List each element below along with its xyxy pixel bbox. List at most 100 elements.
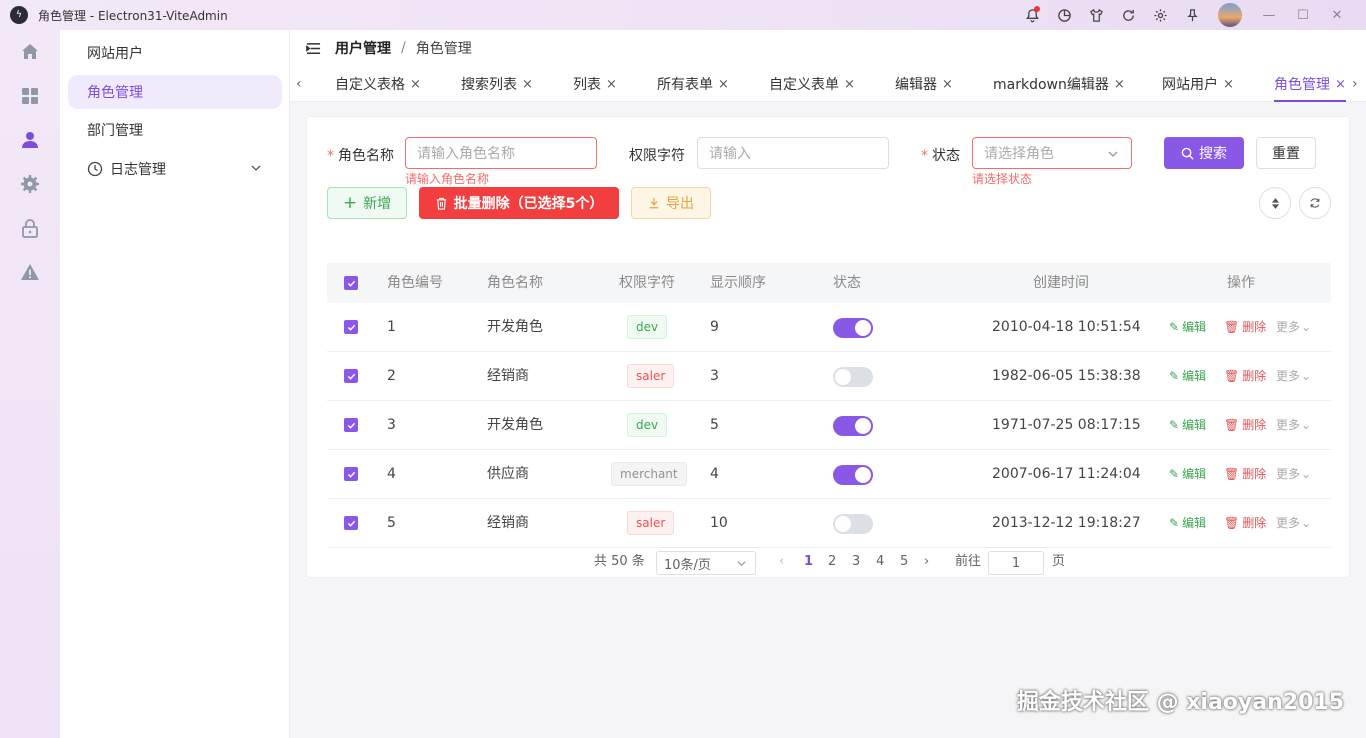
more-dropdown[interactable]: 更多⌄: [1276, 352, 1311, 401]
delete-button[interactable]: 🗑 删除: [1224, 401, 1266, 450]
breadcrumb-separator: /: [401, 40, 406, 56]
page-size-select[interactable]: 10条/页: [656, 551, 756, 575]
sidebar-item-role-management[interactable]: 角色管理: [68, 75, 282, 109]
display-order-cell: 10: [710, 515, 728, 531]
display-order-cell: 5: [710, 417, 719, 433]
tabs-scroll-left-icon[interactable]: ‹: [296, 66, 302, 102]
page-4[interactable]: 4: [876, 547, 884, 577]
tab-website-users[interactable]: 网站用户 ×: [1162, 66, 1234, 102]
table-row: 4 供应商 merchant 4 2007-06-17 11:24:04 ✎ 编辑 🗑 删除 更多…: [327, 450, 1331, 499]
refresh-icon[interactable]: [1112, 0, 1144, 30]
minimize-icon[interactable]: —: [1252, 0, 1286, 30]
permission-input[interactable]: 请输入: [697, 137, 889, 169]
role-id-cell: 5: [387, 515, 396, 531]
menu-fold-icon[interactable]: [306, 41, 321, 56]
goto-label: 前往: [955, 554, 982, 569]
tabs-scroll-right-icon[interactable]: ›: [1352, 66, 1358, 102]
tab-close-icon[interactable]: ×: [410, 77, 421, 92]
status-switch[interactable]: [833, 416, 873, 436]
created-at-cell: 2013-12-12 19:18:27: [992, 515, 1141, 531]
role-name-input[interactable]: 请输入角色名称: [405, 137, 597, 169]
user-avatar[interactable]: [1218, 3, 1242, 27]
home-icon[interactable]: [0, 30, 60, 74]
delete-button[interactable]: 🗑 删除: [1224, 352, 1266, 401]
page-2[interactable]: 2: [828, 547, 836, 577]
delete-button[interactable]: 🗑 删除: [1224, 450, 1266, 499]
tab-close-icon[interactable]: ×: [1114, 77, 1125, 92]
user-icon[interactable]: [0, 118, 60, 162]
status-switch[interactable]: [833, 514, 873, 534]
edit-button[interactable]: ✎ 编辑: [1169, 303, 1206, 352]
tab-role-management[interactable]: 角色管理 ×: [1274, 66, 1346, 102]
app-logo-text: ϟ: [16, 10, 22, 20]
tab-close-icon[interactable]: ×: [718, 77, 729, 92]
page-5[interactable]: 5: [900, 547, 908, 577]
reset-button[interactable]: 重置: [1256, 137, 1316, 169]
tab-custom-form[interactable]: 自定义表单 ×: [769, 66, 855, 102]
more-dropdown[interactable]: 更多⌄: [1276, 401, 1311, 450]
batch-delete-button[interactable]: 批量删除（已选择5个）: [419, 187, 619, 219]
lock-icon[interactable]: [0, 206, 60, 250]
tab-list[interactable]: 列表 ×: [573, 66, 617, 102]
next-page-icon[interactable]: ›: [924, 547, 929, 577]
row-checkbox[interactable]: [344, 418, 358, 432]
tab-search-list[interactable]: 搜索列表 ×: [461, 66, 533, 102]
goto-page-input[interactable]: 1: [988, 551, 1044, 575]
settings-gear-icon[interactable]: [1144, 0, 1176, 30]
tab-close-icon[interactable]: ×: [942, 77, 953, 92]
breadcrumb-parent[interactable]: 用户管理: [335, 38, 391, 58]
tab-all-forms[interactable]: 所有表单 ×: [657, 66, 729, 102]
tab-close-icon[interactable]: ×: [1335, 77, 1346, 92]
created-at-cell: 2010-04-18 10:51:54: [992, 319, 1141, 335]
row-checkbox[interactable]: [344, 467, 358, 481]
trash-icon: 🗑: [1224, 369, 1240, 383]
sidebar-item-website-users[interactable]: 网站用户: [68, 36, 282, 70]
tab-close-icon[interactable]: ×: [606, 77, 617, 92]
tab-label: 所有表单: [657, 77, 713, 93]
search-button[interactable]: 搜索: [1164, 137, 1244, 169]
more-dropdown[interactable]: 更多⌄: [1276, 303, 1311, 352]
delete-button[interactable]: 🗑 删除: [1224, 303, 1266, 352]
edit-button[interactable]: ✎ 编辑: [1169, 499, 1206, 548]
trash-icon: 🗑: [1224, 418, 1240, 432]
row-checkbox[interactable]: [344, 516, 358, 530]
sidebar-item-department-management[interactable]: 部门管理: [68, 113, 282, 147]
page-1[interactable]: 1: [804, 547, 813, 577]
edit-button[interactable]: ✎ 编辑: [1169, 450, 1206, 499]
trash-icon: 🗑: [1224, 467, 1240, 481]
select-all-checkbox[interactable]: [344, 276, 358, 290]
more-dropdown[interactable]: 更多⌄: [1276, 450, 1311, 499]
add-button[interactable]: + 新增: [327, 187, 407, 219]
tab-custom-table[interactable]: 自定义表格 ×: [335, 66, 421, 102]
column-sort-button[interactable]: [1259, 187, 1291, 219]
prev-page-icon[interactable]: ‹: [779, 547, 784, 577]
tab-close-icon[interactable]: ×: [844, 77, 855, 92]
page-3[interactable]: 3: [852, 547, 860, 577]
skin-shirt-icon[interactable]: [1080, 0, 1112, 30]
warning-icon[interactable]: [0, 250, 60, 294]
tab-close-icon[interactable]: ×: [522, 77, 533, 92]
tab-markdown-editor[interactable]: markdown编辑器 ×: [993, 66, 1125, 102]
pin-icon[interactable]: [1176, 0, 1208, 30]
close-window-icon[interactable]: ✕: [1320, 0, 1354, 30]
tab-editor[interactable]: 编辑器 ×: [895, 66, 953, 102]
row-checkbox[interactable]: [344, 320, 358, 334]
more-dropdown[interactable]: 更多⌄: [1276, 499, 1311, 548]
status-switch[interactable]: [833, 318, 873, 338]
export-button[interactable]: 导出: [631, 187, 711, 219]
sidebar-item-log-management[interactable]: 日志管理: [68, 152, 282, 186]
status-switch[interactable]: [833, 367, 873, 387]
tab-close-icon[interactable]: ×: [1223, 77, 1234, 92]
edit-button[interactable]: ✎ 编辑: [1169, 401, 1206, 450]
maximize-icon[interactable]: ☐: [1286, 0, 1320, 30]
theme-palette-icon[interactable]: [1048, 0, 1080, 30]
edit-button[interactable]: ✎ 编辑: [1169, 352, 1206, 401]
dashboard-icon[interactable]: [0, 74, 60, 118]
table-refresh-button[interactable]: [1299, 187, 1331, 219]
gear-icon[interactable]: [0, 162, 60, 206]
status-select[interactable]: 请选择角色: [972, 137, 1132, 169]
row-checkbox[interactable]: [344, 369, 358, 383]
notification-bell-icon[interactable]: [1016, 0, 1048, 30]
delete-button[interactable]: 🗑 删除: [1224, 499, 1266, 548]
status-switch[interactable]: [833, 465, 873, 485]
